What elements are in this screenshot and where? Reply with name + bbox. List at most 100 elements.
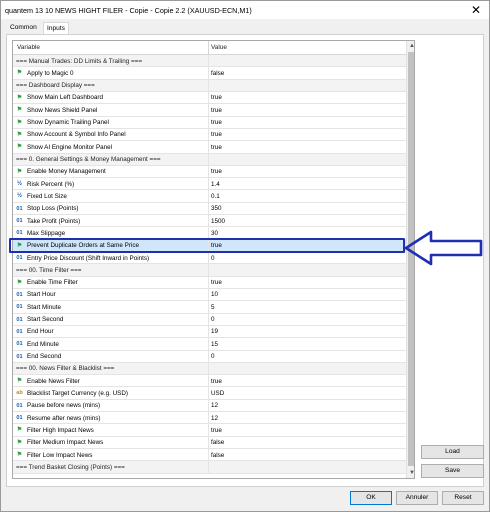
table-row[interactable]: 01 Resume after news (mins) 12 (13, 412, 406, 425)
save-button[interactable]: Save (421, 464, 484, 478)
row-value-cell[interactable]: false (211, 439, 224, 446)
cell-divider (208, 141, 209, 153)
row-variable-label: Show AI Engine Monitor Panel (27, 143, 113, 151)
table-row[interactable]: 01 Stop Loss (Points) 350 (13, 202, 406, 216)
row-value-cell[interactable]: 19 (211, 328, 218, 335)
row-value-cell[interactable]: false (211, 452, 224, 459)
row-value-cell[interactable]: true (211, 279, 222, 286)
table-row[interactable]: 01 Take Profit (Points) 1500 (13, 215, 406, 228)
row-value-cell[interactable]: 30 (211, 230, 218, 237)
section-header-row[interactable]: === 0. General Settings & Money Manageme… (13, 153, 406, 166)
row-value-cell[interactable]: 0 (211, 316, 215, 323)
load-button[interactable]: Load (421, 445, 484, 459)
table-row[interactable]: ⚑ Apply to Magic 0 false (13, 67, 406, 80)
row-value-cell[interactable]: false (211, 70, 224, 77)
section-header-row[interactable]: === Trend Basket Closing (Points) === (13, 461, 406, 474)
cell-divider (208, 375, 209, 387)
cell-divider (208, 350, 209, 362)
flag-icon: ⚑ (16, 119, 23, 126)
table-row[interactable]: ab Blacklist Target Currency (e.g. USD) US… (13, 387, 406, 400)
title-bar: quantem 13 10 NEWS HIGHT FILER - Copie -… (1, 1, 489, 19)
row-value-cell[interactable]: 0.1 (211, 193, 220, 200)
row-value-cell[interactable]: 1500 (211, 218, 225, 225)
table-row[interactable]: 01 Pause before news (mins) 12 (13, 399, 406, 413)
table-body: === Manual Trades: DD Limits & Trailing … (13, 55, 406, 474)
section-header-row[interactable]: === Manual Trades: DD Limits & Trailing … (13, 55, 406, 68)
row-variable-label: Stop Loss (Points) (27, 205, 79, 213)
row-value-cell[interactable]: 12 (211, 415, 218, 422)
ok-button[interactable]: OK (350, 491, 392, 505)
row-value-cell[interactable]: true (211, 168, 222, 175)
row-variable-label: Start Second (27, 316, 64, 324)
integer-icon: 01 (16, 230, 23, 237)
table-row[interactable]: 01 End Second 0 (13, 350, 406, 363)
row-value-cell[interactable]: true (211, 107, 222, 114)
table-row[interactable]: 01 Entry Price Discount (Shift Inward in … (13, 252, 406, 265)
table-row[interactable]: 01 Start Hour 10 (13, 288, 406, 302)
row-value-cell[interactable]: true (211, 427, 222, 434)
table-row[interactable]: ⚑ Filter Low Impact News false (13, 449, 406, 462)
inputs-table: Variable Value === Manual Trades: DD Lim… (12, 40, 415, 479)
tab-common[interactable]: Common (7, 22, 40, 34)
column-header-value[interactable]: Value (211, 44, 227, 51)
cancel-button[interactable]: Annuler (396, 491, 438, 505)
row-variable-label: Enable Time Filter (27, 279, 78, 287)
row-value-cell[interactable]: 0 (211, 255, 215, 262)
integer-icon: 01 (16, 353, 23, 360)
row-value-cell[interactable]: true (211, 119, 222, 126)
section-header-row[interactable]: === 00. Time Filter === (13, 264, 406, 277)
cell-divider (208, 449, 209, 461)
row-value-cell[interactable]: true (211, 94, 222, 101)
row-value-cell[interactable]: 5 (211, 304, 215, 311)
cell-divider (208, 264, 209, 276)
cell-divider (208, 104, 209, 116)
table-row[interactable]: ⚑ Show Account & Symbol Info Panel true (13, 128, 406, 142)
close-icon[interactable]: ✕ (469, 3, 483, 17)
double-icon: ½ (16, 181, 22, 188)
table-row[interactable]: 01 End Hour 19 (13, 325, 406, 339)
row-value-cell[interactable]: 12 (211, 402, 218, 409)
row-value-cell[interactable]: true (211, 378, 222, 385)
dialog-window: quantem 13 10 NEWS HIGHT FILER - Copie -… (0, 0, 490, 512)
column-divider[interactable] (208, 41, 209, 55)
scroll-down-icon[interactable]: ▼ (407, 468, 414, 478)
cell-divider (208, 153, 209, 165)
table-row[interactable]: ½ Fixed Lot Size 0.1 (13, 190, 406, 203)
section-header-row[interactable]: === 00. News Filter & Blacklist === (13, 362, 406, 376)
flag-icon: ⚑ (16, 107, 23, 114)
integer-icon: 01 (16, 328, 23, 335)
row-value-cell[interactable]: 350 (211, 205, 222, 212)
row-value-cell[interactable]: USD (211, 390, 224, 397)
cell-divider (208, 79, 209, 91)
table-row[interactable]: ⚑ Show Dynamic Trailing Panel true (13, 116, 406, 129)
table-row[interactable]: 01 Start Second 0 (13, 313, 406, 326)
flag-icon: ⚑ (16, 439, 23, 446)
row-value-cell[interactable]: 10 (211, 291, 218, 298)
table-row[interactable]: ⚑ Show News Shield Panel true (13, 104, 406, 117)
table-row[interactable]: ⚑ Show Main Left Dashboard true (13, 91, 406, 105)
row-value-cell[interactable]: true (211, 131, 222, 138)
table-row[interactable]: ⚑ Filter High Impact News true (13, 424, 406, 437)
table-row[interactable]: ⚑ Filter Medium Impact News false (13, 436, 406, 449)
table-row[interactable]: ½ Risk Percent (%) 1.4 (13, 178, 406, 191)
integer-icon: 01 (16, 316, 23, 323)
cell-divider (208, 276, 209, 288)
cell-divider (208, 424, 209, 436)
table-row[interactable]: 01 End Minute 15 (13, 338, 406, 351)
reset-button[interactable]: Reset (442, 491, 484, 505)
row-value-cell[interactable]: 15 (211, 341, 218, 348)
scroll-up-icon[interactable]: ▲ (407, 41, 414, 51)
row-value-cell[interactable]: 1.4 (211, 181, 220, 188)
table-row[interactable]: ⚑ Enable Time Filter true (13, 276, 406, 289)
table-row[interactable]: ⚑ Enable News Filter true (13, 375, 406, 388)
table-row[interactable]: ⚑ Show AI Engine Monitor Panel true (13, 141, 406, 154)
tab-inputs[interactable]: Inputs (43, 22, 69, 34)
row-value-cell[interactable]: 0 (211, 353, 215, 360)
section-header-row[interactable]: === Dashboard Display === (13, 79, 406, 92)
column-header-variable[interactable]: Variable (17, 44, 40, 51)
cell-divider (208, 301, 209, 313)
row-value-cell[interactable]: true (211, 144, 222, 151)
table-row[interactable]: ⚑ Enable Money Management true (13, 165, 406, 179)
table-row[interactable]: 01 Start Minute 5 (13, 301, 406, 314)
cell-divider (208, 190, 209, 202)
